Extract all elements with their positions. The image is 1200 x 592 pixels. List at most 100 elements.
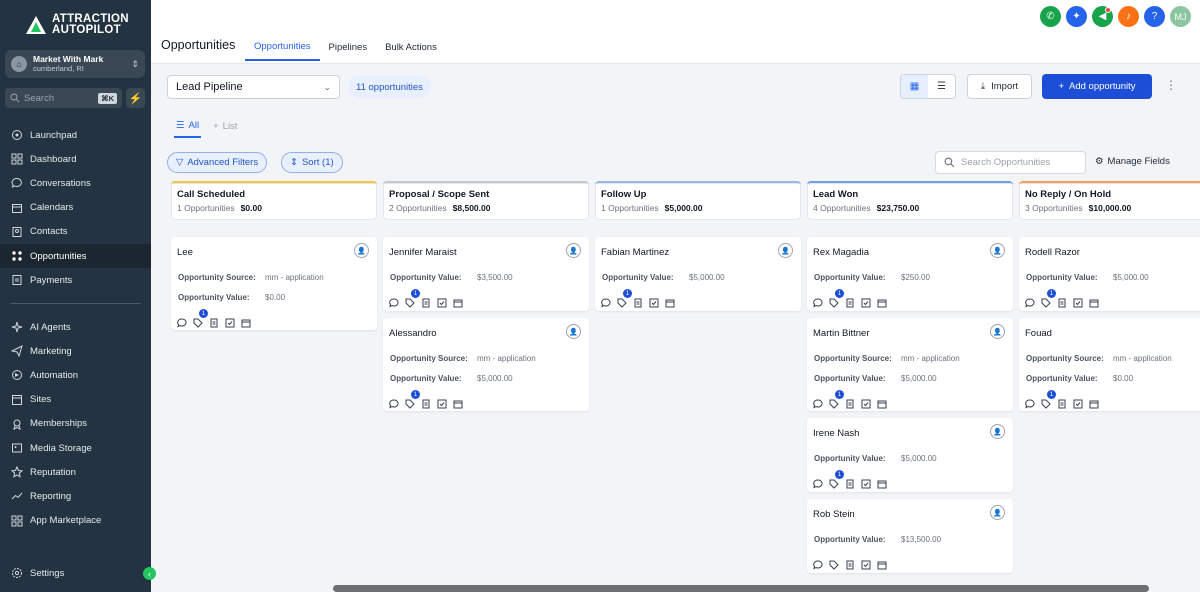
pipeline-select[interactable]: Lead Pipeline ⌄ — [167, 75, 340, 99]
assign-user-icon[interactable]: 👤 — [990, 505, 1005, 520]
calendar-icon[interactable] — [241, 315, 251, 328]
calendar-icon[interactable] — [877, 557, 887, 570]
task-check-icon[interactable] — [861, 476, 871, 489]
assign-user-icon[interactable]: 👤 — [990, 424, 1005, 439]
horizontal-scrollbar[interactable] — [333, 585, 1149, 592]
avatar[interactable]: MJ — [1170, 6, 1191, 27]
task-check-icon[interactable] — [1073, 295, 1083, 308]
opportunity-card[interactable]: Alessandro 👤 Opportunity Source: mm - appli… — [383, 318, 589, 411]
sidebar-item-conversations[interactable]: Conversations — [0, 171, 151, 195]
assign-user-icon[interactable]: 👤 — [778, 243, 793, 258]
chat-icon[interactable] — [813, 476, 823, 489]
sidebar-item-memberships[interactable]: Memberships — [0, 412, 151, 436]
sidebar-item-launchpad[interactable]: Launchpad — [0, 123, 151, 147]
assign-user-icon[interactable]: 👤 — [990, 324, 1005, 339]
document-icon[interactable] — [845, 557, 855, 570]
more-options-icon[interactable]: ⋮ — [1165, 78, 1177, 92]
assign-user-icon[interactable]: 👤 — [990, 243, 1005, 258]
opportunity-card[interactable]: Rodell Razor👤Opportunity Value:$5,000.00… — [1019, 237, 1200, 311]
calendar-icon[interactable] — [1089, 396, 1099, 409]
opportunity-card[interactable]: Fabian Martinez 👤 Opportunity Value: $5,000… — [595, 237, 801, 311]
sidebar-item-app-marketplace[interactable]: App Marketplace — [0, 509, 151, 533]
opportunity-card[interactable]: Irene Nash 👤 Opportunity Value: $5,000.00 1 — [807, 418, 1013, 492]
sidebar-item-payments[interactable]: Payments — [0, 268, 151, 292]
sort-button[interactable]: ⇕ Sort (1) — [281, 152, 343, 173]
chat-icon[interactable] — [813, 295, 823, 308]
document-icon[interactable] — [421, 396, 431, 409]
board-view-icon[interactable]: ▦ — [901, 75, 928, 98]
sidebar-item-calendars[interactable]: Calendars — [0, 196, 151, 220]
tab-pipelines[interactable]: Pipelines — [320, 33, 377, 61]
sidebar-item-automation[interactable]: Automation — [0, 363, 151, 387]
tag-icon[interactable]: 1 — [829, 289, 844, 308]
opportunity-card[interactable]: Jennifer Maraist 👤 Opportunity Value: $3,50… — [383, 237, 589, 311]
view-tab-all[interactable]: ☰ All — [174, 114, 202, 138]
chat-icon[interactable] — [1025, 396, 1035, 409]
sidebar-item-opportunities[interactable]: Opportunities — [0, 243, 151, 269]
tag-icon[interactable]: 1 — [829, 470, 844, 489]
calendar-icon[interactable] — [877, 295, 887, 308]
task-check-icon[interactable] — [861, 557, 871, 570]
opportunity-search-input[interactable]: Search Opportunities — [935, 151, 1086, 174]
calendar-icon[interactable] — [877, 476, 887, 489]
sidebar-item-reputation[interactable]: Reputation — [0, 460, 151, 484]
quick-action-bolt-icon[interactable]: ⚡ — [126, 88, 145, 108]
launch-icon[interactable]: ✦ — [1066, 6, 1087, 27]
view-tab-add-list[interactable]: + List — [211, 114, 239, 138]
bell-icon[interactable]: ♪ — [1118, 6, 1139, 27]
document-icon[interactable] — [845, 295, 855, 308]
chat-icon[interactable] — [813, 396, 823, 409]
tag-icon[interactable]: 1 — [829, 390, 844, 409]
sidebar-item-sites[interactable]: Sites — [0, 388, 151, 412]
document-icon[interactable] — [1057, 295, 1067, 308]
sidebar-item-media-storage[interactable]: Media Storage — [0, 436, 151, 460]
task-check-icon[interactable] — [861, 396, 871, 409]
add-opportunity-button[interactable]: + Add opportunity — [1042, 74, 1152, 99]
sidebar-search[interactable]: Search ⌘K — [5, 88, 122, 108]
phone-icon[interactable]: ✆ — [1040, 6, 1061, 27]
list-view-icon[interactable]: ☰ — [928, 75, 955, 98]
sidebar-item-dashboard[interactable]: Dashboard — [0, 147, 151, 171]
document-icon[interactable] — [845, 476, 855, 489]
opportunity-card[interactable]: Fouad👤Opportunity Source:mm - applicatio… — [1019, 318, 1200, 411]
document-icon[interactable] — [209, 315, 219, 328]
chat-icon[interactable] — [177, 315, 187, 328]
tag-icon[interactable]: 1 — [193, 309, 208, 328]
task-check-icon[interactable] — [1073, 396, 1083, 409]
sidebar-item-reporting[interactable]: Reporting — [0, 484, 151, 508]
tab-opportunities[interactable]: Opportunities — [245, 33, 320, 61]
document-icon[interactable] — [633, 295, 643, 308]
chat-icon[interactable] — [1025, 295, 1035, 308]
opportunity-card[interactable]: Rob Stein 👤 Opportunity Value: $13,500.00 — [807, 499, 1013, 573]
task-check-icon[interactable] — [437, 396, 447, 409]
opportunity-card[interactable]: Rex Magadia 👤 Opportunity Value: $250.00 1 — [807, 237, 1013, 311]
tag-icon[interactable]: 1 — [617, 289, 632, 308]
sidebar-item-settings[interactable]: Settings — [0, 561, 151, 585]
assign-user-icon[interactable]: 👤 — [354, 243, 369, 258]
chat-icon[interactable] — [389, 295, 399, 308]
tag-icon[interactable]: 1 — [1041, 289, 1056, 308]
sidebar-item-ai-agents[interactable]: AI Agents — [0, 315, 151, 339]
help-icon[interactable]: ? — [1144, 6, 1165, 27]
tag-icon[interactable]: 1 — [405, 390, 420, 409]
assign-user-icon[interactable]: 👤 — [566, 243, 581, 258]
task-check-icon[interactable] — [861, 295, 871, 308]
calendar-icon[interactable] — [877, 396, 887, 409]
chat-icon[interactable] — [813, 557, 823, 570]
document-icon[interactable] — [845, 396, 855, 409]
chat-icon[interactable] — [601, 295, 611, 308]
advanced-filters-button[interactable]: ▽ Advanced Filters — [167, 152, 268, 173]
calendar-icon[interactable] — [665, 295, 675, 308]
task-check-icon[interactable] — [225, 315, 235, 328]
chat-icon[interactable] — [389, 396, 399, 409]
task-check-icon[interactable] — [649, 295, 659, 308]
megaphone-icon[interactable]: ◀ — [1092, 6, 1113, 27]
tab-bulk-actions[interactable]: Bulk Actions — [376, 33, 446, 61]
assign-user-icon[interactable]: 👤 — [566, 324, 581, 339]
document-icon[interactable] — [421, 295, 431, 308]
tag-icon[interactable] — [829, 557, 839, 570]
tag-icon[interactable]: 1 — [1041, 390, 1056, 409]
account-switcher[interactable]: ⌂ Market With Mark cumberland, RI ⇕ — [5, 50, 145, 78]
opportunity-card[interactable]: Martin Bittner 👤 Opportunity Source: mm - a… — [807, 318, 1013, 411]
brand-logo[interactable]: ATTRACTION AUTOPILOT — [25, 13, 129, 36]
